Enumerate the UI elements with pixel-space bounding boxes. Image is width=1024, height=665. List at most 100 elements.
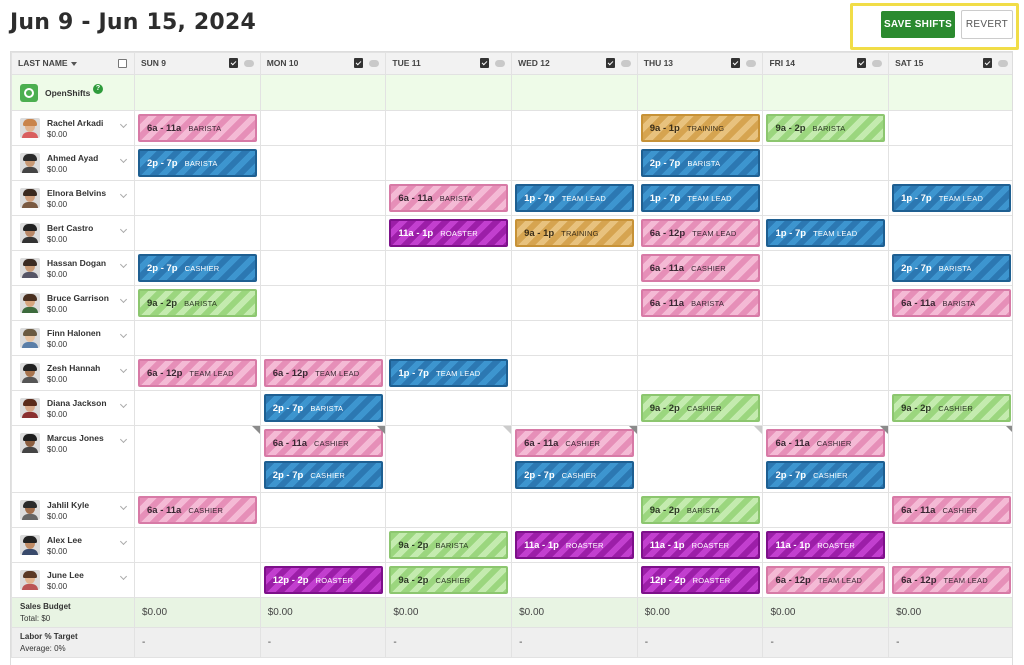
employee-cell[interactable]: June Lee $0.00	[11, 562, 135, 598]
shift-cell[interactable]	[762, 390, 890, 426]
shift-block[interactable]: 11a - 1p ROASTER	[389, 219, 509, 247]
chevron-down-icon[interactable]	[119, 537, 128, 546]
shift-cell[interactable]	[888, 527, 1012, 563]
shift-cell[interactable]: 11a - 1p ROASTER	[385, 215, 513, 251]
shift-cell[interactable]	[888, 215, 1012, 251]
employee-cell[interactable]: Alex Lee $0.00	[11, 527, 135, 563]
shift-cell[interactable]: 9a - 1p TRAINING	[636, 110, 764, 146]
shift-cell[interactable]: 1p - 7p TEAM LEAD	[762, 215, 890, 251]
open-shift-slot[interactable]	[762, 74, 890, 111]
comment-icon[interactable]	[746, 59, 757, 67]
shift-cell[interactable]: 6a - 11a BARISTA	[134, 110, 261, 146]
chevron-down-icon[interactable]	[119, 502, 128, 511]
shift-cell[interactable]	[511, 562, 638, 598]
shift-cell[interactable]: 6a - 12p TEAM LEAD	[259, 355, 387, 391]
shift-cell[interactable]: 6a - 11a CASHIER 2p - 7p CASHIER	[259, 425, 387, 493]
shift-cell[interactable]: 6a - 12p TEAM LEAD	[888, 562, 1012, 598]
shift-cell[interactable]: 6a - 12p TEAM LEAD	[762, 562, 890, 598]
chevron-down-icon[interactable]	[119, 120, 128, 129]
chevron-down-icon[interactable]	[119, 155, 128, 164]
shift-cell[interactable]: 11a - 1p ROASTER	[511, 527, 638, 563]
comment-icon[interactable]	[495, 59, 506, 67]
shift-cell[interactable]	[134, 527, 261, 563]
comment-icon[interactable]	[369, 59, 380, 67]
shift-cell[interactable]: 12p - 2p ROASTER	[636, 562, 764, 598]
shift-block[interactable]: 9a - 2p BARISTA	[640, 496, 760, 524]
shift-cell[interactable]: 9a - 2p BARISTA	[385, 527, 513, 563]
chevron-down-icon[interactable]	[119, 260, 128, 269]
shift-block[interactable]: 2p - 7p CASHIER	[515, 461, 635, 489]
shift-cell[interactable]	[762, 180, 890, 216]
open-shift-slot[interactable]	[636, 74, 764, 111]
shift-block[interactable]: 6a - 12p TEAM LEAD	[640, 219, 760, 247]
save-shifts-button[interactable]: SAVE SHIFTS	[881, 11, 955, 38]
shift-cell[interactable]	[511, 145, 638, 181]
shift-cell[interactable]	[385, 390, 513, 426]
shift-cell[interactable]: 9a - 2p CASHIER	[888, 390, 1012, 426]
shift-cell[interactable]	[511, 250, 638, 286]
shift-cell[interactable]	[385, 492, 513, 528]
help-icon[interactable]: ?	[93, 84, 103, 94]
shift-cell[interactable]: 2p - 7p CASHIER	[134, 250, 261, 286]
labor-target-value-cell[interactable]: -	[636, 627, 764, 658]
shift-block[interactable]: 6a - 11a CASHIER	[263, 429, 383, 457]
shift-block[interactable]: 9a - 2p BARISTA	[138, 289, 257, 317]
clipboard-check-icon[interactable]	[354, 58, 364, 68]
shift-cell[interactable]	[259, 145, 387, 181]
shift-cell[interactable]	[259, 250, 387, 286]
shift-cell[interactable]: 1p - 7p TEAM LEAD	[511, 180, 638, 216]
clipboard-check-icon[interactable]	[228, 58, 238, 68]
shift-cell[interactable]	[636, 320, 764, 356]
shift-block[interactable]: 6a - 11a BARISTA	[640, 289, 760, 317]
shift-block[interactable]: 2p - 7p CASHIER	[138, 254, 257, 282]
select-all-checkbox[interactable]	[118, 59, 127, 68]
shift-cell[interactable]: 6a - 11a CASHIER	[636, 250, 764, 286]
shift-cell[interactable]	[134, 425, 261, 493]
shift-cell[interactable]	[888, 145, 1012, 181]
shift-cell[interactable]	[511, 285, 638, 321]
shift-cell[interactable]	[636, 425, 764, 493]
shift-cell[interactable]: 9a - 2p BARISTA	[762, 110, 890, 146]
shift-cell[interactable]: 9a - 2p CASHIER	[636, 390, 764, 426]
shift-cell[interactable]	[762, 320, 890, 356]
shift-block[interactable]: 2p - 7p BARISTA	[263, 394, 383, 422]
clipboard-check-icon[interactable]	[480, 58, 490, 68]
shift-block[interactable]: 2p - 7p BARISTA	[640, 149, 760, 177]
shift-cell[interactable]	[134, 320, 261, 356]
shift-block[interactable]: 11a - 1p ROASTER	[515, 531, 635, 559]
employee-cell[interactable]: Elnora Belvins $0.00	[11, 180, 135, 216]
shift-block[interactable]: 6a - 12p TEAM LEAD	[263, 359, 383, 387]
shift-cell[interactable]	[762, 492, 890, 528]
shift-cell[interactable]: 6a - 11a CASHIER 2p - 7p CASHIER	[511, 425, 638, 493]
shift-cell[interactable]: 11a - 1p ROASTER	[636, 527, 764, 563]
shift-block[interactable]: 1p - 7p TEAM LEAD	[515, 184, 635, 212]
shift-block[interactable]: 6a - 11a CASHIER	[640, 254, 760, 282]
employee-cell[interactable]: Zesh Hannah $0.00	[11, 355, 135, 391]
shift-block[interactable]: 9a - 2p BARISTA	[766, 114, 886, 142]
shift-block[interactable]: 12p - 2p ROASTER	[263, 566, 383, 594]
shift-cell[interactable]	[385, 145, 513, 181]
revert-button[interactable]: REVERT	[961, 10, 1013, 39]
shift-block[interactable]: 9a - 2p CASHIER	[892, 394, 1012, 422]
shift-block[interactable]: 1p - 7p TEAM LEAD	[640, 184, 760, 212]
employee-cell[interactable]: Jahlil Kyle $0.00	[11, 492, 135, 528]
labor-target-value-cell[interactable]: -	[762, 627, 890, 658]
clipboard-check-icon[interactable]	[857, 58, 867, 68]
shift-cell[interactable]	[385, 250, 513, 286]
open-shift-slot[interactable]	[134, 74, 261, 111]
shift-cell[interactable]: 2p - 7p BARISTA	[636, 145, 764, 181]
chevron-down-icon[interactable]	[119, 225, 128, 234]
shift-cell[interactable]	[385, 110, 513, 146]
shift-block[interactable]: 6a - 11a BARISTA	[389, 184, 509, 212]
comment-icon[interactable]	[872, 59, 883, 67]
shift-cell[interactable]: 9a - 2p CASHIER	[385, 562, 513, 598]
shift-cell[interactable]	[762, 285, 890, 321]
shift-block[interactable]: 6a - 11a CASHIER	[515, 429, 635, 457]
clipboard-check-icon[interactable]	[982, 58, 992, 68]
labor-target-value-cell[interactable]: -	[134, 627, 261, 658]
shift-block[interactable]: 6a - 11a CASHIER	[138, 496, 257, 524]
shift-block[interactable]: 1p - 7p TEAM LEAD	[389, 359, 509, 387]
shift-cell[interactable]: 1p - 7p TEAM LEAD	[385, 355, 513, 391]
shift-cell[interactable]	[134, 390, 261, 426]
shift-cell[interactable]: 12p - 2p ROASTER	[259, 562, 387, 598]
